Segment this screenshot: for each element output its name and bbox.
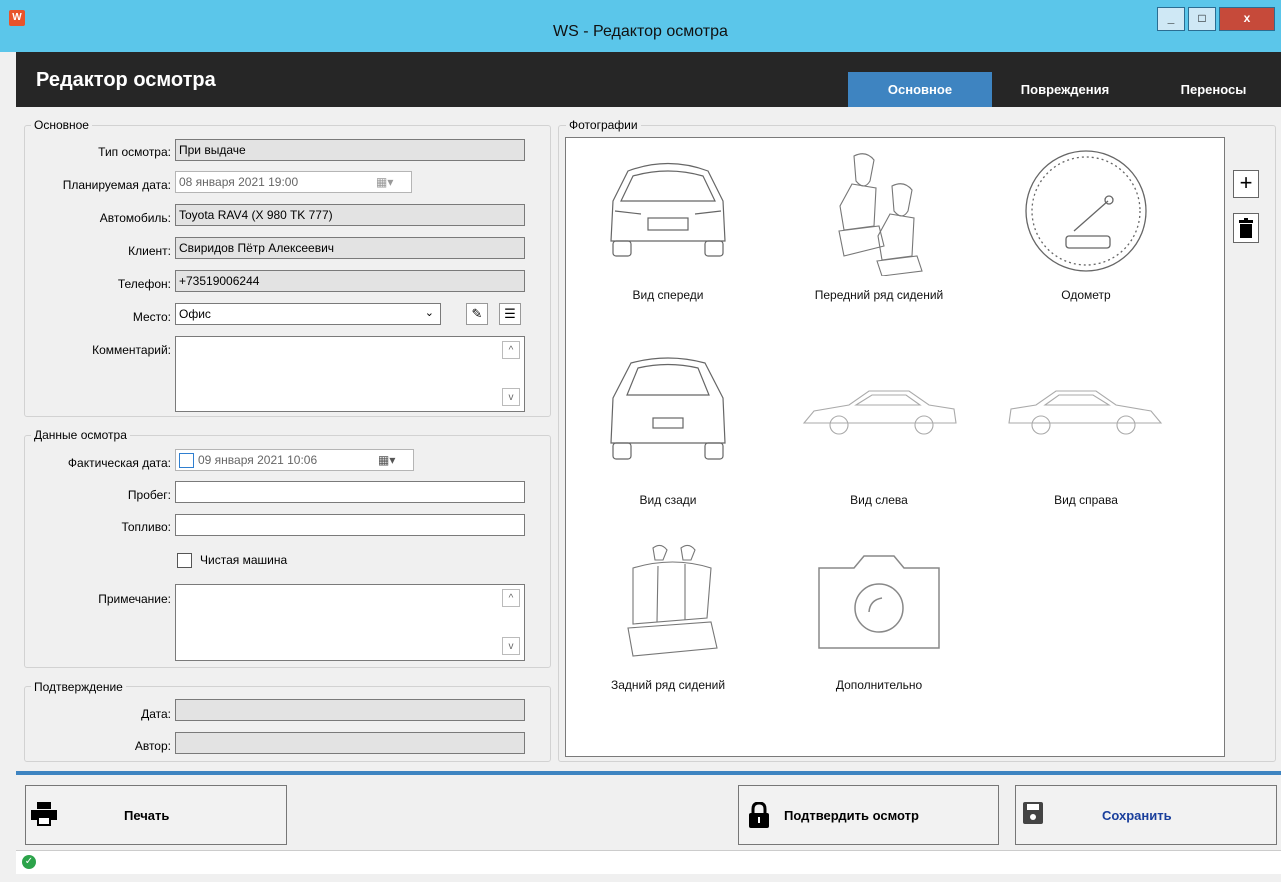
- confirm-date-label: Дата:: [141, 707, 171, 721]
- phone-label: Телефон:: [117, 277, 171, 291]
- footer-separator: [16, 771, 1281, 775]
- front-seats-icon: [838, 153, 923, 276]
- car-field[interactable]: Toyota RAV4 (X 980 TK 777): [175, 204, 525, 226]
- client-field[interactable]: Свиридов Пётр Алексеевич: [175, 237, 525, 259]
- photo-caption: Дополнительно: [835, 678, 923, 692]
- scroll-up-button[interactable]: ^: [502, 341, 520, 359]
- print-button[interactable]: Печать: [25, 785, 287, 845]
- window-title: WS - Редактор осмотра: [553, 23, 728, 40]
- photo-item[interactable]: Дополнительно: [779, 538, 979, 692]
- calendar-icon[interactable]: ▦▾: [376, 175, 393, 189]
- client-label: Клиент:: [128, 244, 171, 258]
- calendar-icon[interactable]: ▦▾: [378, 453, 395, 467]
- tab-main[interactable]: Основное: [848, 72, 992, 107]
- photos-group-title: Фотографии: [566, 118, 641, 132]
- close-button[interactable]: x: [1219, 7, 1275, 31]
- confirm-group-title: Подтверждение: [31, 680, 126, 694]
- inspection-group-title: Данные осмотра: [31, 428, 130, 442]
- add-photo-button[interactable]: +: [1233, 170, 1259, 198]
- tab-transfers[interactable]: Переносы: [1156, 72, 1271, 107]
- actual-date-label: Фактическая дата:: [67, 456, 171, 470]
- header-bar: Редактор осмотра Основное Повреждения Пе…: [16, 52, 1281, 107]
- photo-item[interactable]: Вид справа: [986, 353, 1186, 507]
- status-ok-icon: ✓: [22, 855, 36, 869]
- floppy-disk-icon: [1023, 802, 1043, 824]
- car-front-icon: [610, 162, 726, 257]
- confirm-inspection-button[interactable]: Подтвердить осмотр: [738, 785, 999, 845]
- main-group-title: Основное: [31, 118, 92, 132]
- note-label: Примечание:: [98, 592, 171, 606]
- fuel-input[interactable]: [175, 514, 525, 536]
- photo-caption: Вид слева: [850, 493, 908, 507]
- photo-caption: Вид справа: [1054, 493, 1118, 507]
- photo-item[interactable]: Задний ряд сидений: [568, 538, 768, 692]
- print-button-label: Печать: [124, 808, 170, 823]
- rear-seats-icon: [627, 544, 718, 657]
- maximize-button[interactable]: □: [1188, 7, 1216, 31]
- actual-date-field[interactable]: 09 января 2021 10:06 ▦▾: [175, 449, 414, 471]
- photos-area: Вид спереди Передний ряд сидений Одометр: [565, 137, 1225, 757]
- comment-textarea[interactable]: [175, 336, 525, 412]
- mileage-label: Пробег:: [127, 488, 171, 502]
- mileage-input[interactable]: [175, 481, 525, 503]
- photo-caption: Вид сзади: [639, 493, 697, 507]
- printer-icon: [31, 802, 57, 826]
- confirm-author-label: Автор:: [134, 739, 171, 753]
- save-button[interactable]: Сохранить: [1015, 785, 1277, 845]
- photo-caption: Задний ряд сидений: [610, 678, 726, 692]
- scroll-up-button[interactable]: ^: [502, 589, 520, 607]
- photo-item[interactable]: Вид спереди: [568, 146, 768, 302]
- photo-caption: Вид спереди: [632, 288, 704, 302]
- car-label: Автомобиль:: [99, 211, 171, 225]
- place-value: Офис: [179, 307, 211, 321]
- edit-place-button[interactable]: ✎: [466, 303, 488, 325]
- save-button-label: Сохранить: [1102, 808, 1172, 823]
- camera-icon: [818, 555, 940, 649]
- plus-icon: +: [1239, 170, 1253, 195]
- actual-date-value: 09 января 2021 10:06: [198, 453, 318, 467]
- lock-icon: [749, 802, 769, 828]
- inspection-type-label: Тип осмотра:: [98, 145, 171, 159]
- status-bar: ✓: [16, 850, 1281, 874]
- list-icon: ☰: [504, 306, 516, 321]
- photo-caption: Одометр: [1061, 288, 1111, 302]
- place-label: Место:: [132, 310, 171, 324]
- photo-item[interactable]: Вид сзади: [568, 353, 768, 507]
- delete-photo-button[interactable]: [1233, 213, 1259, 243]
- place-select[interactable]: Офис ⌄: [175, 303, 441, 325]
- planned-date-value: 08 января 2021 19:00: [179, 175, 299, 189]
- confirm-inspection-label: Подтвердить осмотр: [784, 808, 919, 823]
- chevron-down-icon: ⌄: [424, 307, 434, 319]
- phone-field[interactable]: +73519006244: [175, 270, 525, 292]
- scroll-down-button[interactable]: v: [502, 637, 520, 655]
- trash-icon: [1239, 218, 1253, 238]
- planned-date-label: Планируемая дата:: [62, 178, 171, 192]
- planned-date-field[interactable]: 08 января 2021 19:00 ▦▾: [175, 171, 412, 193]
- clean-car-checkbox[interactable]: [177, 553, 192, 568]
- tab-damage[interactable]: Повреждения: [1003, 72, 1127, 107]
- photo-item[interactable]: Передний ряд сидений: [779, 146, 979, 302]
- comment-label: Комментарий:: [92, 343, 171, 357]
- note-textarea[interactable]: [175, 584, 525, 661]
- photo-item[interactable]: Одометр: [986, 146, 1186, 302]
- page-title: Редактор осмотра: [36, 69, 216, 91]
- minimize-button[interactable]: _: [1157, 7, 1185, 31]
- photo-item[interactable]: Вид слева: [779, 353, 979, 507]
- clean-car-label: Чистая машина: [200, 553, 288, 567]
- photo-caption: Передний ряд сидений: [814, 288, 944, 302]
- fuel-label: Топливо:: [121, 520, 171, 534]
- scroll-down-button[interactable]: v: [502, 388, 520, 406]
- confirm-author-field: [175, 732, 525, 754]
- car-left-icon: [802, 390, 957, 435]
- inspection-type-field[interactable]: При выдаче: [175, 139, 525, 161]
- list-places-button[interactable]: ☰: [499, 303, 521, 325]
- odometer-icon: [1025, 150, 1147, 272]
- pencil-icon: ✎: [471, 306, 483, 321]
- car-right-icon: [1008, 390, 1163, 435]
- actual-date-checkbox[interactable]: [179, 453, 194, 468]
- confirm-date-field: [175, 699, 525, 721]
- car-rear-icon: [610, 357, 726, 460]
